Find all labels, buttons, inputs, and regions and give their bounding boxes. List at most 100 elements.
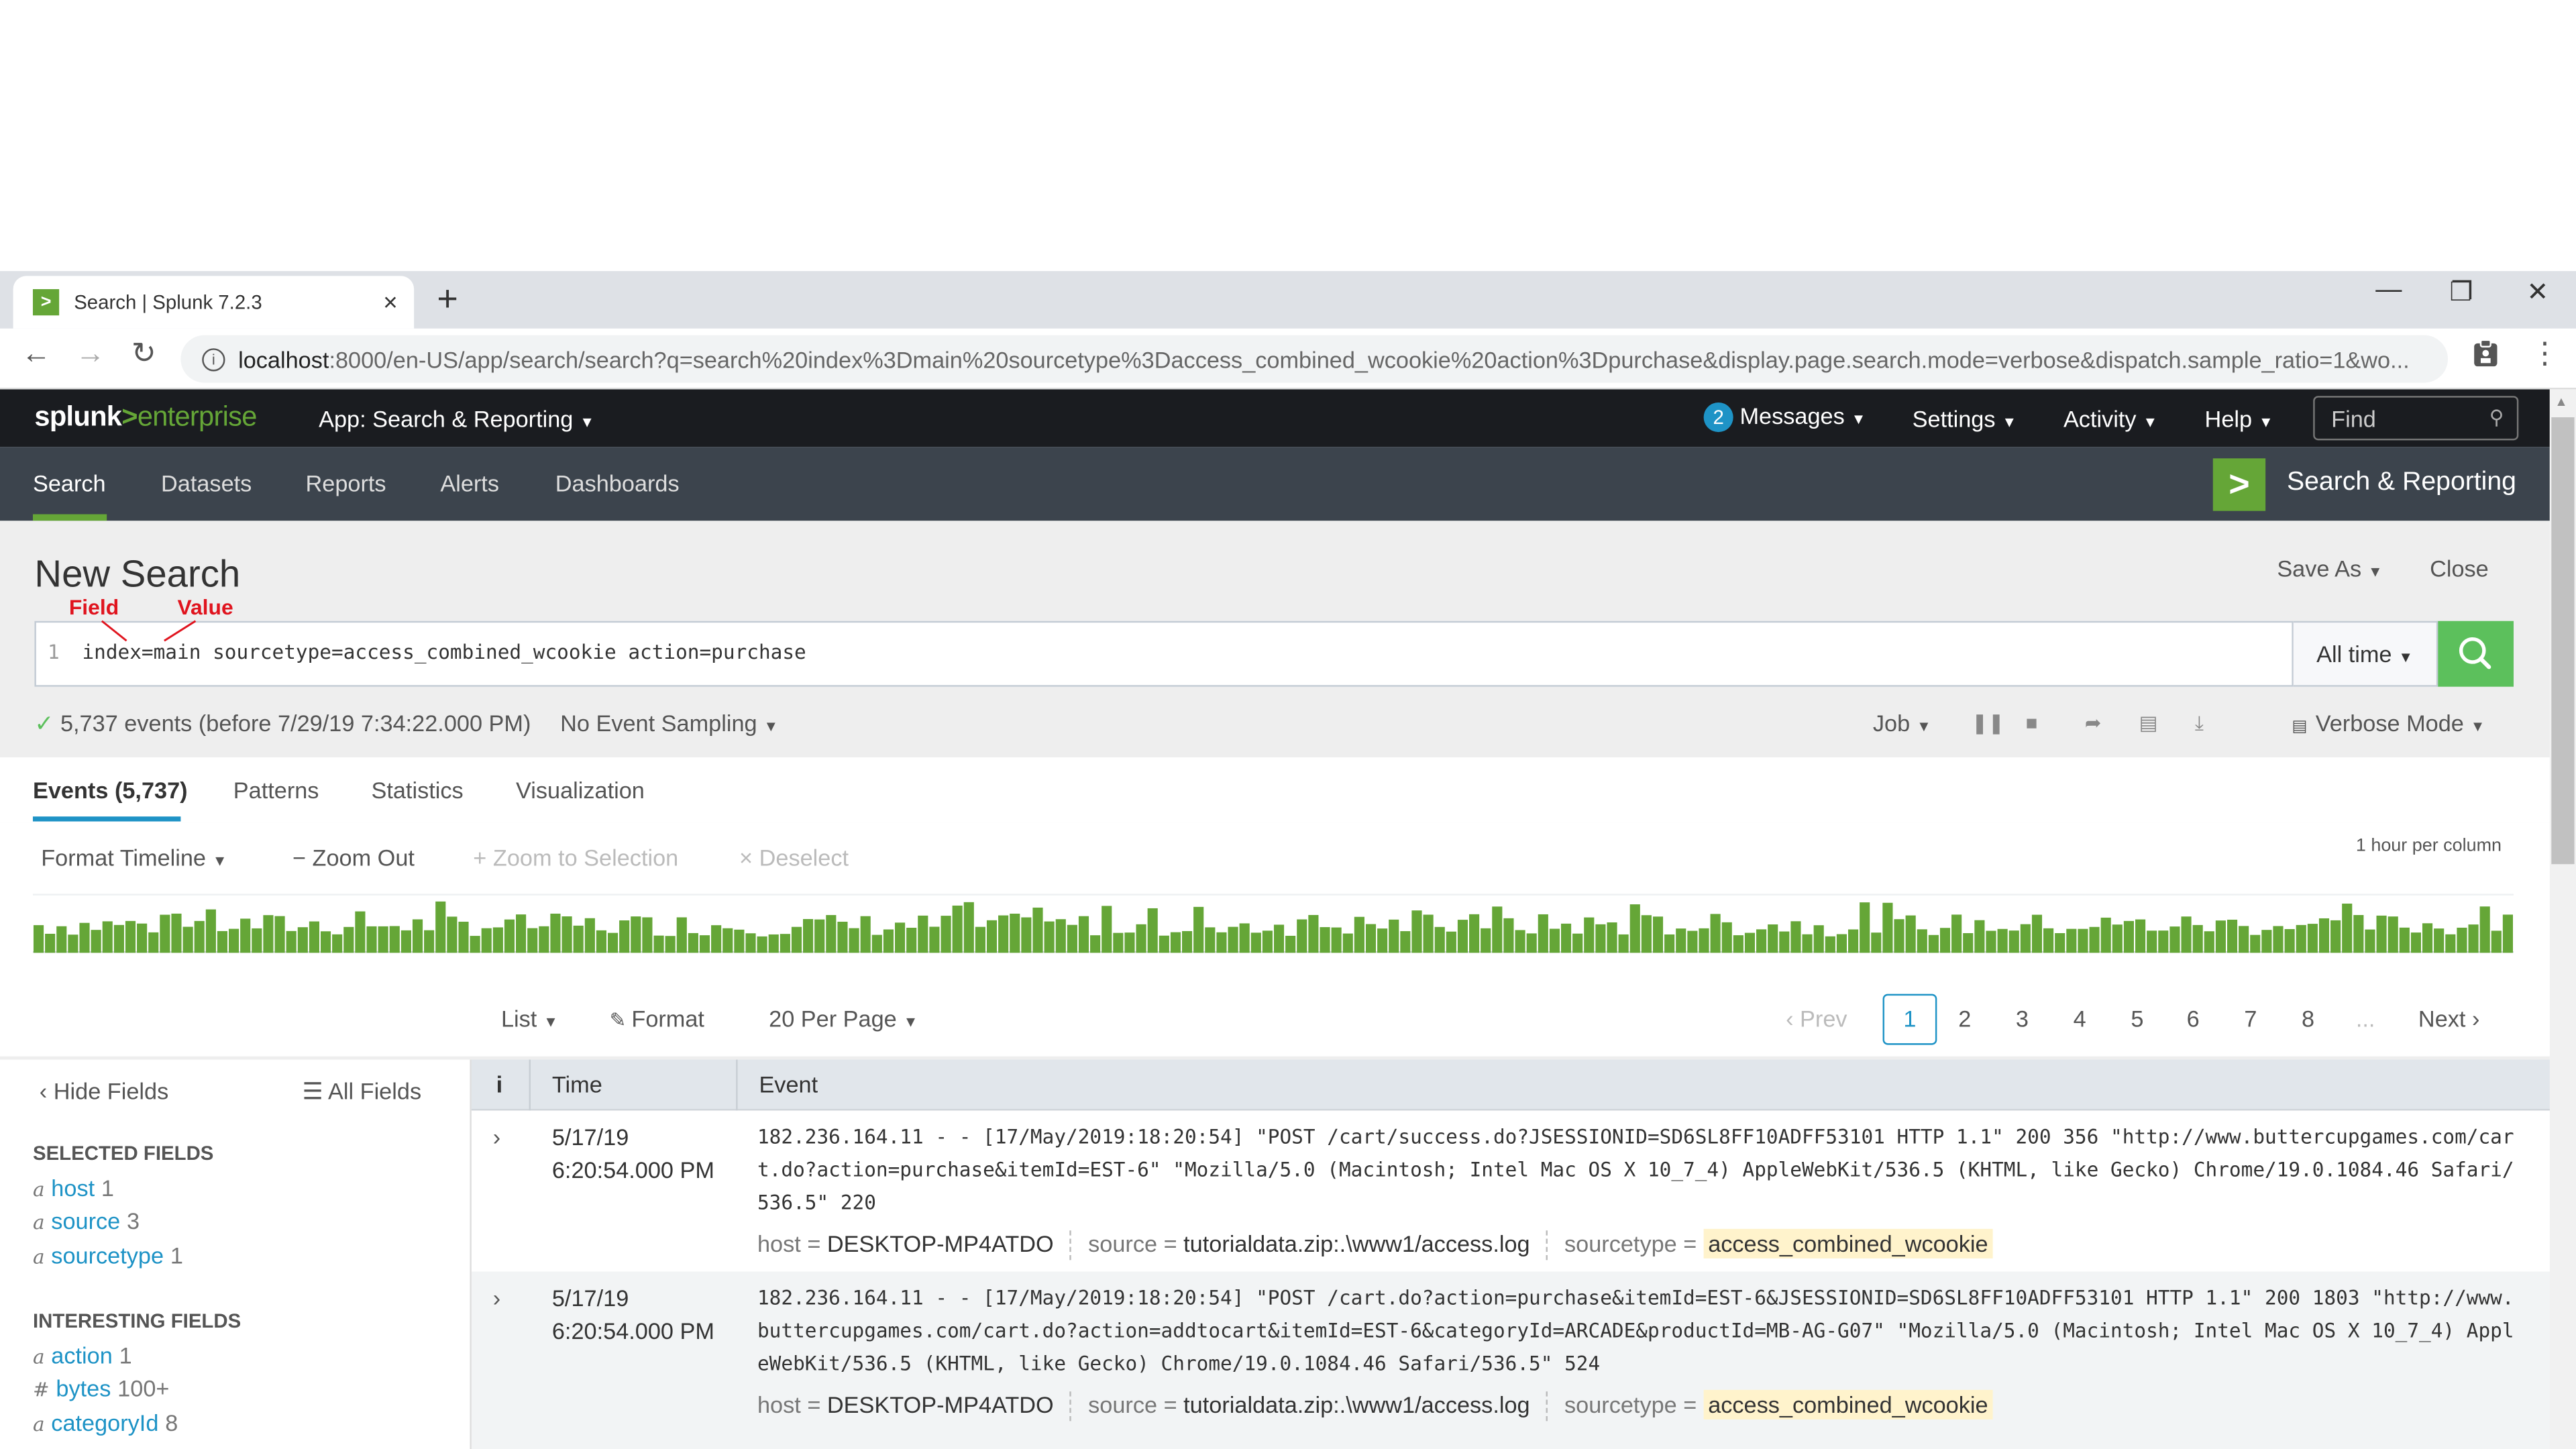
- timeline-bar[interactable]: [1676, 928, 1686, 953]
- timeline-bar[interactable]: [631, 916, 641, 953]
- timeline-bar[interactable]: [1974, 920, 1985, 953]
- timeline-bar[interactable]: [2226, 919, 2238, 953]
- timeline-bar[interactable]: [561, 916, 572, 953]
- timeline-bar[interactable]: [1825, 936, 1835, 953]
- timeline-bar[interactable]: [217, 930, 228, 953]
- timeline-bar[interactable]: [1032, 907, 1043, 953]
- field-host[interactable]: a host 1: [33, 1175, 114, 1201]
- timeline-bar[interactable]: [2008, 930, 2019, 953]
- deselect-button[interactable]: × Deselect: [739, 845, 849, 871]
- pause-icon[interactable]: ❚❚: [1972, 711, 2004, 734]
- forward-icon[interactable]: →: [76, 337, 105, 371]
- timeline-bar[interactable]: [320, 931, 331, 953]
- timeline-bar[interactable]: [699, 935, 710, 953]
- timeline-bar[interactable]: [1538, 914, 1548, 953]
- timeline-bar[interactable]: [1963, 933, 1974, 953]
- timeline-bar[interactable]: [665, 936, 676, 953]
- timeline-bar[interactable]: [2043, 928, 2054, 953]
- site-info-icon[interactable]: i: [202, 347, 225, 371]
- timeline-bar[interactable]: [1744, 932, 1756, 953]
- timeline-bar[interactable]: [539, 926, 549, 953]
- timeline-bar[interactable]: [1652, 916, 1664, 953]
- timeline-bar[interactable]: [1090, 935, 1101, 953]
- timeline-bar[interactable]: [2273, 926, 2284, 953]
- timeline-bar[interactable]: [481, 928, 492, 953]
- url-field[interactable]: i localhost:8000/en-US/app/search/search…: [180, 335, 2449, 383]
- timeline-bar[interactable]: [768, 934, 779, 953]
- stop-icon[interactable]: ■: [2026, 711, 2038, 734]
- timeline-bar[interactable]: [1664, 934, 1675, 953]
- host-value[interactable]: DESKTOP-MP4ATDO: [827, 1230, 1054, 1256]
- next-page-button[interactable]: Next ›: [2418, 1006, 2479, 1032]
- timeline-bar[interactable]: [1481, 928, 1491, 953]
- tab-patterns[interactable]: Patterns: [233, 777, 319, 803]
- timeline-bar[interactable]: [2089, 926, 2100, 953]
- timeline-bar[interactable]: [1802, 934, 1813, 953]
- job-menu[interactable]: Job ▼: [1873, 710, 1931, 736]
- back-icon[interactable]: ←: [21, 337, 51, 371]
- timeline-bar[interactable]: [2031, 914, 2043, 953]
- timeline-bar[interactable]: [91, 930, 101, 953]
- timeline-bar[interactable]: [1365, 924, 1377, 953]
- timeline-bar[interactable]: [2078, 928, 2088, 953]
- scroll-up-icon[interactable]: ▲: [2555, 394, 2567, 409]
- timeline-bar[interactable]: [160, 914, 170, 953]
- timeline-bar[interactable]: [619, 920, 630, 953]
- list-view-menu[interactable]: List ▼: [501, 1006, 558, 1032]
- timeline-bar[interactable]: [849, 928, 859, 953]
- nav-reports[interactable]: Reports: [306, 470, 386, 496]
- tab-visualization[interactable]: Visualization: [516, 777, 645, 803]
- timeline-bar[interactable]: [412, 919, 423, 953]
- timeline-bar[interactable]: [642, 917, 653, 953]
- timeline-bar[interactable]: [2365, 929, 2375, 953]
- timeline-bar[interactable]: [1136, 924, 1146, 953]
- timeline-bar[interactable]: [929, 926, 940, 953]
- timeline-bar[interactable]: [2169, 926, 2180, 953]
- timeline-bar[interactable]: [1377, 928, 1388, 953]
- timeline-bar[interactable]: [182, 926, 193, 953]
- prev-page-button[interactable]: ‹ Prev: [1786, 1006, 1847, 1032]
- timeline-bar[interactable]: [470, 936, 480, 953]
- timeline-bar[interactable]: [906, 927, 917, 953]
- restore-icon[interactable]: ❐: [2449, 276, 2473, 309]
- splunk-logo[interactable]: splunk>enterprise: [34, 401, 257, 434]
- timeline-bar[interactable]: [240, 918, 251, 953]
- timeline-bar[interactable]: [2250, 934, 2261, 953]
- field-action[interactable]: a action 1: [33, 1342, 132, 1368]
- timeline-bar[interactable]: [918, 915, 928, 953]
- timeline-bar[interactable]: [1768, 924, 1778, 953]
- timeline-bar[interactable]: [1939, 928, 1951, 953]
- timeline-bar[interactable]: [435, 901, 446, 953]
- timeline-bar[interactable]: [734, 929, 745, 953]
- timeline-bar[interactable]: [332, 934, 343, 953]
- timeline-bar[interactable]: [1102, 906, 1112, 953]
- window-close-icon[interactable]: ✕: [2527, 276, 2549, 309]
- timeline-bar[interactable]: [998, 915, 1009, 953]
- timeline-bar[interactable]: [45, 933, 56, 953]
- timeline-bar[interactable]: [252, 928, 262, 953]
- timeline-bar[interactable]: [102, 921, 113, 953]
- timeline-bar[interactable]: [1159, 935, 1169, 953]
- timeline-bar[interactable]: [1181, 930, 1193, 953]
- timeline-bar[interactable]: [2181, 916, 2192, 953]
- timeline-bar[interactable]: [424, 930, 435, 953]
- page-5-button[interactable]: 5: [2131, 1006, 2143, 1032]
- timeline-bar[interactable]: [941, 916, 951, 953]
- timeline-bar[interactable]: [1308, 914, 1319, 953]
- timeline-bar[interactable]: [378, 926, 388, 953]
- timeline-bar[interactable]: [1250, 932, 1261, 953]
- timeline-bar[interactable]: [286, 930, 297, 953]
- timeline-bar[interactable]: [1871, 932, 1882, 953]
- timeline-bar[interactable]: [2330, 920, 2341, 953]
- zoom-to-selection-button[interactable]: + Zoom to Selection: [473, 845, 678, 871]
- timeline-bar[interactable]: [952, 905, 963, 953]
- timeline-bar[interactable]: [1147, 908, 1158, 953]
- save-as-menu[interactable]: Save As ▼: [2277, 555, 2382, 582]
- app-menu[interactable]: App: Search & Reporting ▼: [319, 406, 594, 432]
- page-2-button[interactable]: 2: [1958, 1006, 1971, 1032]
- timeline-bar[interactable]: [2502, 914, 2513, 953]
- timeline-bar[interactable]: [148, 932, 159, 953]
- timeline-bar[interactable]: [343, 926, 354, 953]
- timeline-bar[interactable]: [1928, 934, 1939, 953]
- timeline-bar[interactable]: [2066, 928, 2077, 953]
